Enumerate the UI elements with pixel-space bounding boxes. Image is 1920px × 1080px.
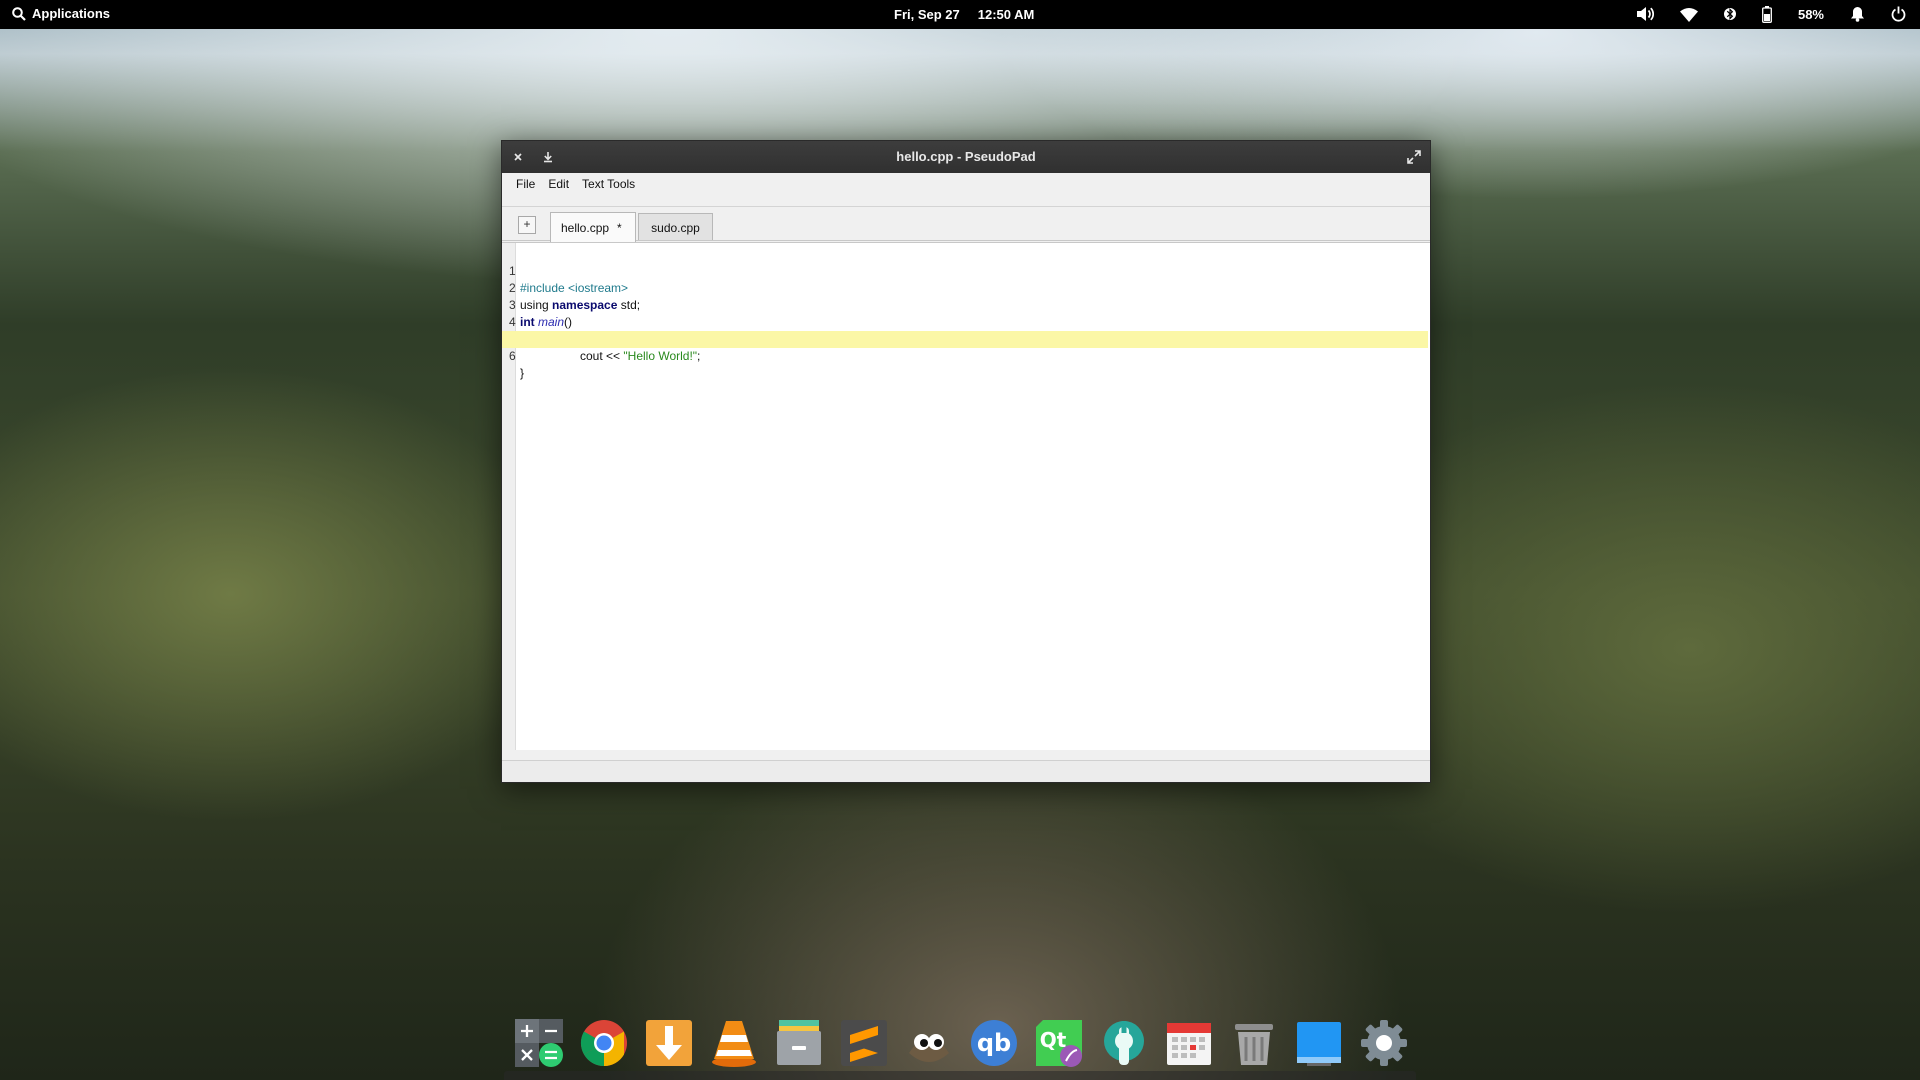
sublime-text-icon[interactable] bbox=[838, 1017, 890, 1069]
qt-creator-icon[interactable]: Qt bbox=[1033, 1017, 1085, 1069]
code-text: ; bbox=[697, 349, 701, 363]
calculator-icon[interactable] bbox=[513, 1017, 565, 1069]
menu-file[interactable]: File bbox=[511, 175, 540, 193]
system-tray: 58% bbox=[1636, 5, 1906, 23]
chrome-icon[interactable] bbox=[578, 1017, 630, 1069]
tab-label: hello.cpp bbox=[561, 221, 610, 235]
svg-text:Qt: Qt bbox=[1040, 1028, 1067, 1052]
settings-icon[interactable] bbox=[1358, 1017, 1410, 1069]
bluetooth-icon[interactable] bbox=[1723, 5, 1736, 23]
tab-bar: + hello.cpp * sudo.cpp bbox=[502, 207, 1430, 242]
applications-menu-button[interactable]: Applications bbox=[12, 6, 110, 21]
show-desktop-icon[interactable] bbox=[1293, 1017, 1345, 1069]
current-code-line[interactable]: 6 } bbox=[502, 331, 1428, 380]
trash-icon[interactable] bbox=[1228, 1017, 1280, 1069]
maximize-icon bbox=[1407, 150, 1421, 164]
code-line[interactable]: 1 #include <iostream> bbox=[502, 246, 1428, 295]
tweaks-icon[interactable] bbox=[1098, 1017, 1150, 1069]
battery-percent[interactable]: 58% bbox=[1798, 7, 1824, 22]
toolbar-strip bbox=[502, 195, 1430, 207]
maximize-window-button[interactable] bbox=[1404, 147, 1424, 167]
calendar-icon[interactable] bbox=[1163, 1017, 1215, 1069]
eyes-icon[interactable] bbox=[903, 1017, 955, 1069]
qbittorrent-icon[interactable]: qb bbox=[968, 1017, 1020, 1069]
status-bar bbox=[502, 760, 1430, 782]
notifications-bell-icon[interactable] bbox=[1850, 6, 1865, 22]
menu-edit[interactable]: Edit bbox=[543, 175, 574, 193]
applications-label: Applications bbox=[32, 6, 111, 21]
code-line[interactable]: 5 cout << "Hello World!"; bbox=[502, 314, 1428, 363]
battery-icon[interactable] bbox=[1762, 5, 1772, 23]
code-line[interactable]: 3 int main() bbox=[502, 280, 1428, 329]
menu-bar: File Edit Text Tools bbox=[502, 173, 1430, 195]
vlc-icon[interactable] bbox=[708, 1017, 760, 1069]
code-editor[interactable]: 1 #include <iostream> 2 using namespace … bbox=[502, 242, 1430, 750]
tab-sudo-cpp[interactable]: sudo.cpp bbox=[638, 213, 713, 240]
top-panel: Applications Fri, Sep 27 12:50 AM 58% bbox=[0, 0, 1920, 29]
volume-icon[interactable] bbox=[1636, 6, 1654, 22]
code-line[interactable]: 2 using namespace std; bbox=[502, 263, 1428, 312]
window-title: hello.cpp - PseudoPad bbox=[896, 149, 1036, 164]
power-icon[interactable] bbox=[1891, 6, 1906, 22]
code-text: } bbox=[520, 366, 525, 380]
tab-hello-cpp[interactable]: hello.cpp * bbox=[550, 212, 636, 242]
time-text: 12:50 AM bbox=[977, 7, 1035, 22]
files-icon[interactable] bbox=[773, 1017, 825, 1069]
svg-text:qb: qb bbox=[977, 1029, 1011, 1057]
downloader-icon[interactable] bbox=[643, 1017, 695, 1069]
title-bar[interactable]: hello.cpp - PseudoPad bbox=[502, 141, 1430, 173]
code-line[interactable]: 4 { bbox=[502, 297, 1428, 346]
menu-text-tools[interactable]: Text Tools bbox=[577, 175, 640, 193]
wifi-icon[interactable] bbox=[1679, 7, 1698, 22]
pseudopad-window: hello.cpp - PseudoPad File Edit Text Too… bbox=[501, 140, 1431, 783]
string-token: "Hello World!" bbox=[623, 349, 698, 363]
modified-indicator: * bbox=[617, 221, 622, 235]
search-icon bbox=[12, 6, 26, 21]
clock-indicator[interactable]: Fri, Sep 27 12:50 AM bbox=[894, 7, 1034, 22]
tab-label: sudo.cpp bbox=[651, 221, 700, 235]
new-tab-button[interactable]: + bbox=[518, 216, 536, 234]
line-number: 6 bbox=[509, 349, 516, 363]
dock: qb Qt bbox=[504, 1006, 1416, 1080]
date-text: Fri, Sep 27 bbox=[894, 7, 960, 22]
code-text: cout << bbox=[520, 349, 624, 363]
